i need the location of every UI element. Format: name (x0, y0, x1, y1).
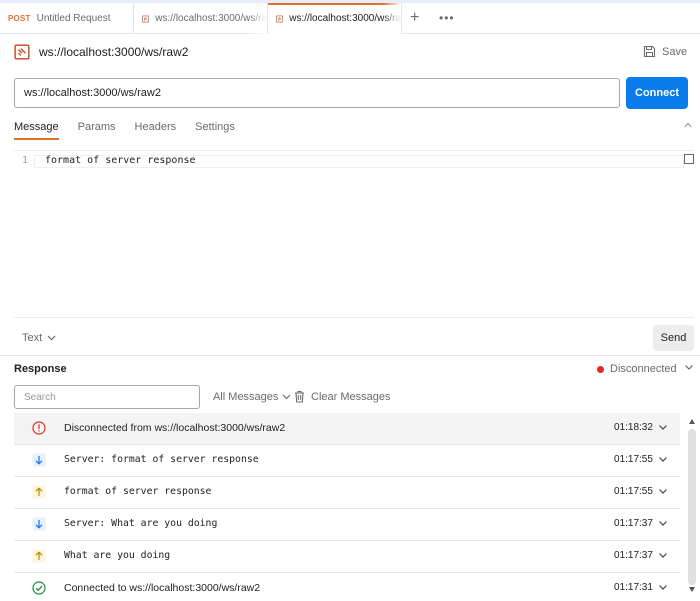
message-text: Connected to ws://localhost:3000/ws/raw2 (64, 582, 261, 594)
tab-headers[interactable]: Headers (135, 116, 177, 140)
chevron-down-icon[interactable] (658, 552, 668, 559)
save-button[interactable]: Save (643, 45, 687, 58)
arrow-down-icon (32, 453, 46, 467)
message-time: 01:17:37 (614, 550, 653, 561)
search-input[interactable]: Search (14, 385, 200, 409)
save-icon (643, 45, 656, 58)
error-icon (32, 421, 46, 435)
request-subtabs: Message Params Headers Settings (14, 116, 235, 140)
message-text: Server: format of server response (64, 454, 259, 465)
message-scrollbar[interactable] (686, 413, 698, 601)
status-dot (597, 365, 604, 373)
message-editor[interactable]: 1 format of server response (14, 150, 694, 318)
message-row[interactable]: What are you doing 01:17:37 (14, 541, 680, 573)
tab-websocket-2[interactable]: ws://localhost:3000/ws/ra (268, 3, 402, 34)
websocket-icon (142, 15, 150, 22)
url-input[interactable]: ws://localhost:3000/ws/raw2 (14, 78, 620, 108)
message-row[interactable]: Server: format of server response 01:17:… (14, 445, 680, 477)
chevron-down-icon[interactable] (658, 456, 668, 463)
chevron-down-icon[interactable] (684, 364, 694, 371)
tab-params[interactable]: Params (78, 116, 116, 140)
message-time: 01:18:32 (614, 422, 653, 433)
save-label: Save (662, 45, 688, 58)
editor-scroll-marker (684, 154, 694, 164)
scrollbar-thumb[interactable] (688, 429, 696, 585)
add-tab-icon[interactable]: + (410, 10, 419, 26)
message-row[interactable]: Disconnected from ws://localhost:3000/ws… (14, 413, 680, 445)
tab-label: Untitled Request (36, 13, 111, 24)
message-text: Server: What are you doing (64, 518, 218, 529)
format-select-value: Text (22, 332, 43, 344)
arrow-up-icon (32, 485, 46, 499)
format-select[interactable]: Text (22, 332, 56, 344)
websocket-icon (276, 15, 284, 22)
arrow-down-icon (32, 517, 46, 531)
message-row[interactable]: format of server response 01:17:55 (14, 477, 680, 509)
tab-untitled-request[interactable]: POST Untitled Request (0, 3, 134, 34)
connection-status: Disconnected (597, 363, 677, 375)
status-text: Disconnected (610, 363, 677, 375)
message-text: Disconnected from ws://localhost:3000/ws… (64, 422, 286, 434)
divider (0, 355, 700, 356)
message-filter-select[interactable]: All Messages (213, 391, 291, 403)
line-number: 1 (22, 155, 29, 166)
tab-message[interactable]: Message (14, 116, 59, 140)
chevron-down-icon (47, 335, 56, 341)
clear-messages-label: Clear Messages (311, 390, 391, 403)
tab-method-post: POST (8, 14, 31, 23)
tab-bar: POST Untitled Request ws://localhost:300… (0, 0, 700, 34)
more-tabs-icon[interactable]: ••• (439, 11, 455, 25)
scroll-up-icon[interactable] (689, 419, 695, 424)
send-button[interactable]: Send (653, 325, 694, 351)
response-heading: Response (14, 363, 67, 375)
message-text: What are you doing (64, 550, 171, 561)
chevron-down-icon (282, 394, 291, 400)
message-row[interactable]: Connected to ws://localhost:3000/ws/raw2… (14, 573, 680, 601)
message-text: format of server response (64, 486, 212, 497)
chevron-down-icon[interactable] (658, 584, 668, 591)
chevron-down-icon[interactable] (658, 488, 668, 495)
arrow-up-icon (32, 549, 46, 563)
websocket-icon (14, 44, 30, 60)
message-time: 01:17:31 (614, 582, 653, 593)
chevron-down-icon[interactable] (658, 424, 668, 431)
message-time: 01:17:55 (614, 454, 653, 465)
message-time: 01:17:55 (614, 486, 653, 497)
message-row[interactable]: Server: What are you doing 01:17:37 (14, 509, 680, 541)
trash-icon (295, 390, 304, 403)
chevron-up-icon[interactable] (683, 121, 693, 129)
message-list: Disconnected from ws://localhost:3000/ws… (14, 413, 680, 601)
check-circle-icon (32, 581, 46, 595)
scroll-down-icon[interactable] (689, 587, 695, 592)
chevron-down-icon[interactable] (658, 520, 668, 527)
tab-settings[interactable]: Settings (195, 116, 235, 140)
connect-button[interactable]: Connect (626, 77, 688, 109)
message-time: 01:17:37 (614, 518, 653, 529)
filter-value: All Messages (213, 391, 279, 403)
request-title[interactable]: ws://localhost:3000/ws/raw2 (39, 45, 188, 59)
editor-code[interactable]: format of server response (45, 155, 196, 166)
clear-messages-button[interactable]: Clear Messages (294, 390, 390, 403)
tab-websocket-1[interactable]: ws://localhost:3000/ws/ra (134, 3, 268, 34)
